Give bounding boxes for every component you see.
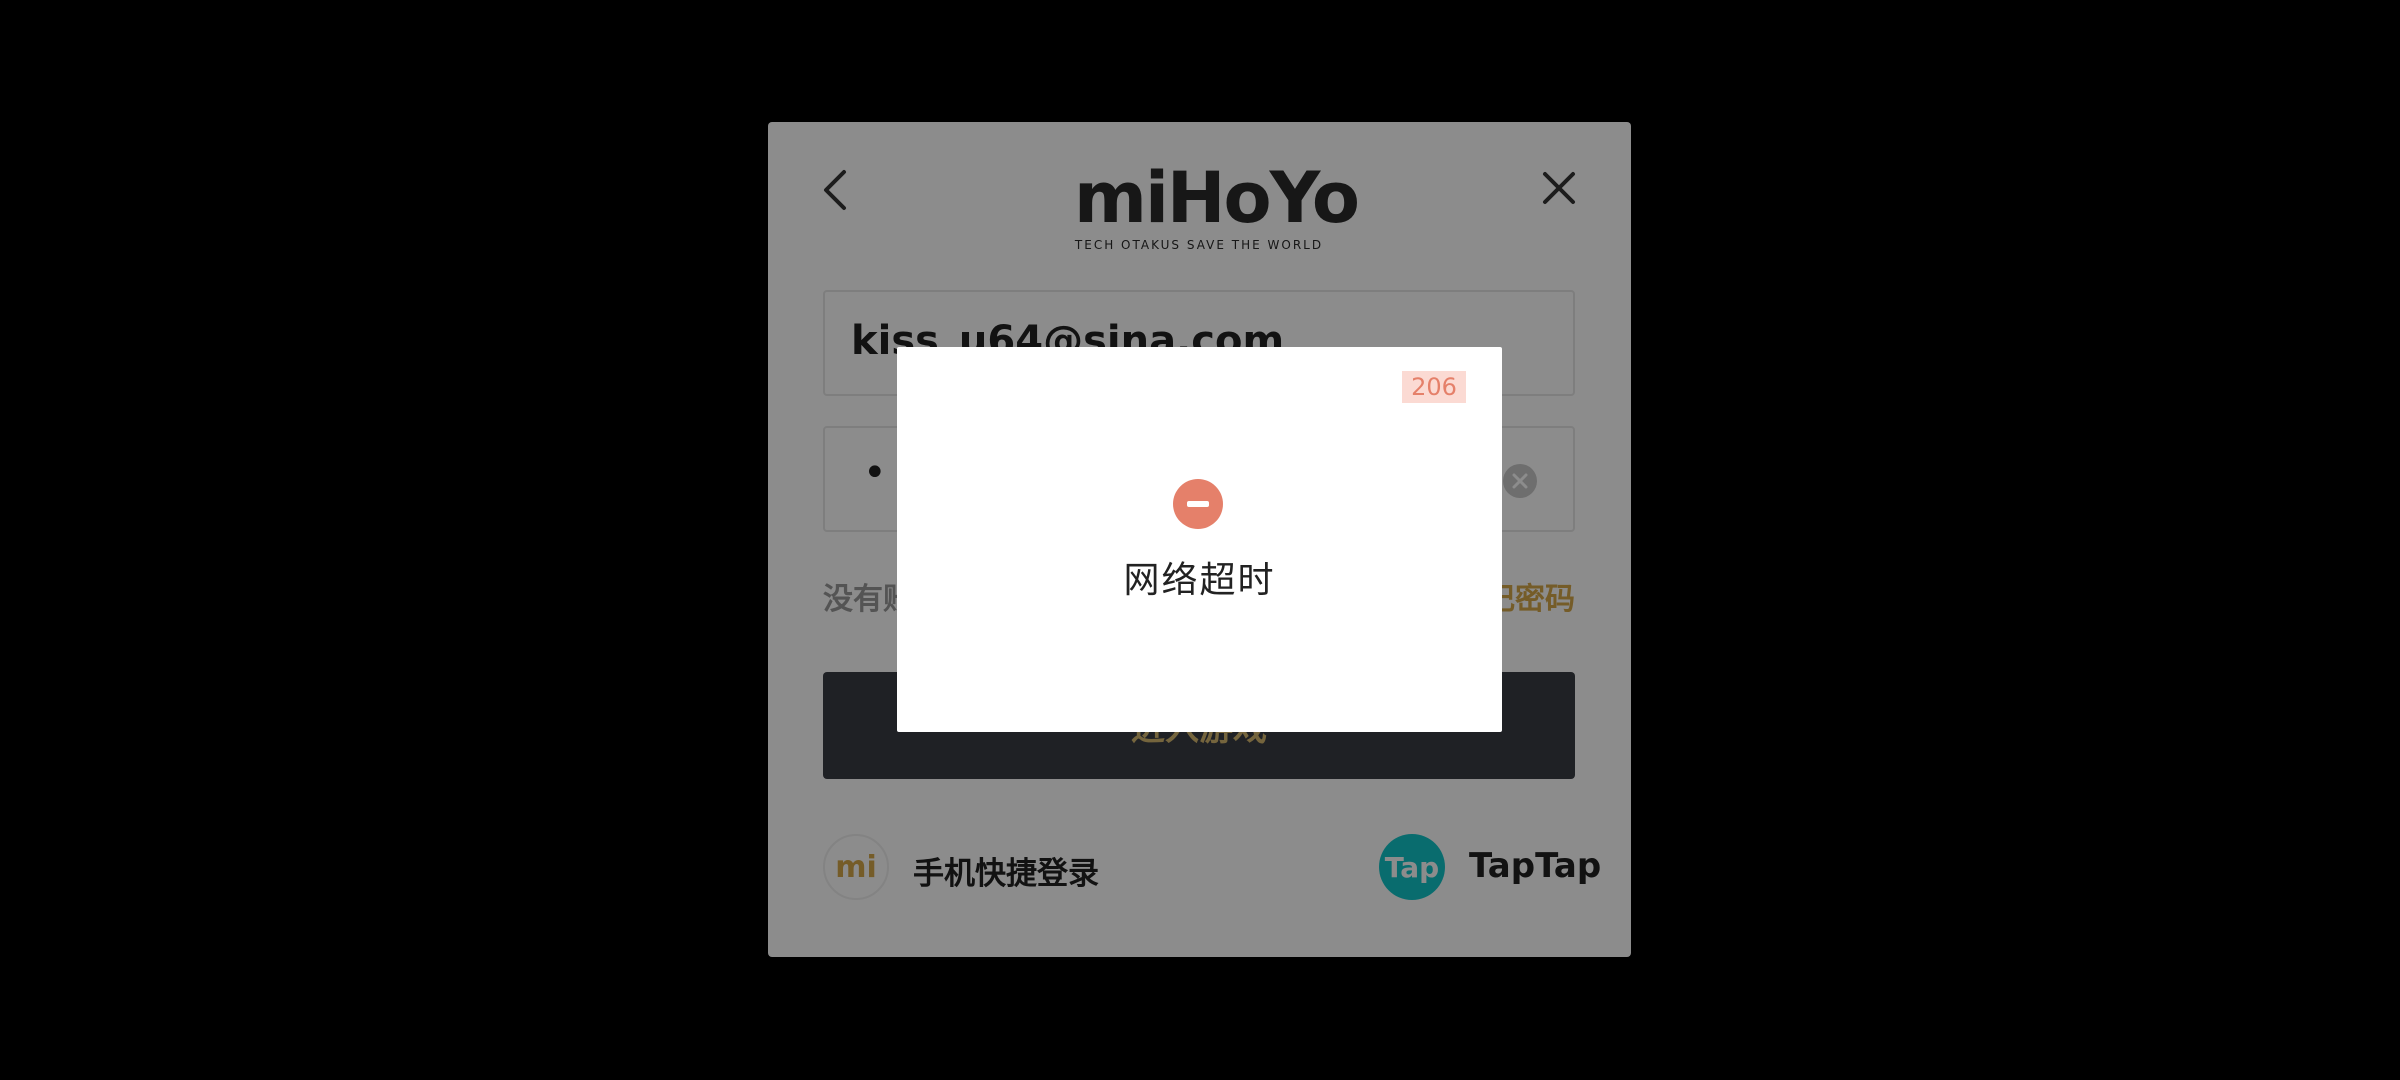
- minus-circle-icon: [1173, 479, 1223, 529]
- error-code-badge: 206: [1402, 371, 1466, 403]
- error-dialog: 206 网络超时: [897, 347, 1502, 732]
- screen: miHoYo TECH OTAKUS SAVE THE WORLD kiss_u…: [0, 0, 2400, 1080]
- error-message: 网络超时: [1123, 560, 1276, 601]
